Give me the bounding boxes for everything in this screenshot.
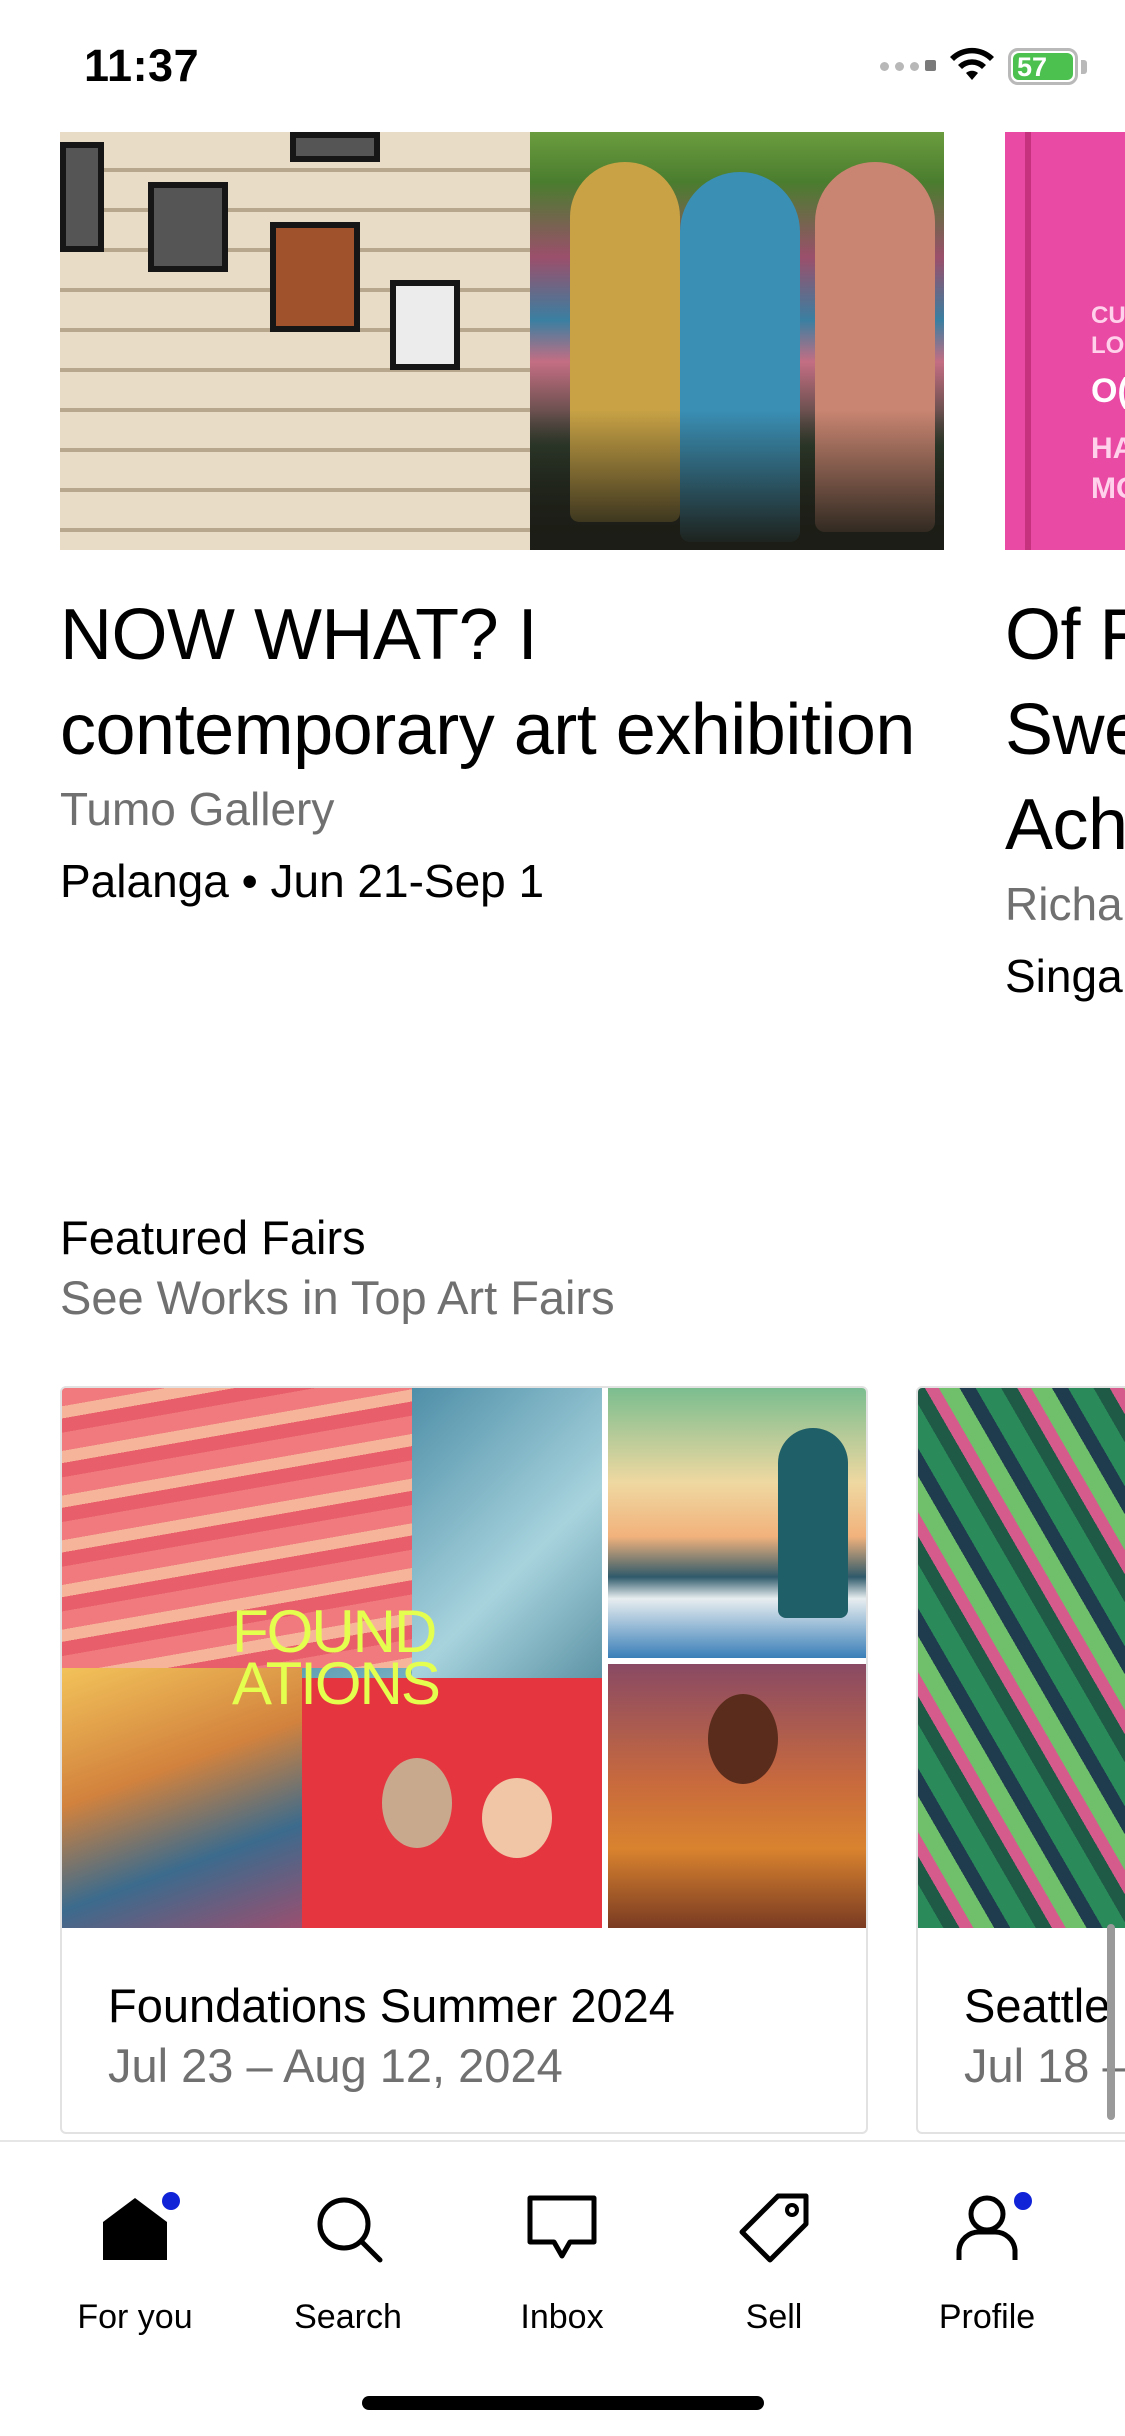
notification-badge bbox=[1014, 2192, 1032, 2210]
battery-icon: 57 bbox=[1008, 48, 1078, 85]
show-partner: Tumo Gallery bbox=[60, 783, 335, 835]
show-card[interactable]: CU LO O( HA MO Of F Swe Ach Richa Singa bbox=[1005, 132, 1125, 1007]
tab-for-you[interactable]: For you bbox=[35, 2142, 235, 2342]
show-image[interactable]: CU LO O( HA MO bbox=[1005, 132, 1125, 550]
home-indicator[interactable] bbox=[362, 2396, 764, 2410]
tab-bar: For you Search Inbox Sell Profile bbox=[0, 2140, 1125, 2436]
fair-dates: Jul 23 – Aug 12, 2024 bbox=[108, 2039, 563, 2092]
notification-badge bbox=[162, 2192, 180, 2210]
fair-name: Foundations Summer 2024 bbox=[108, 1979, 675, 2032]
wifi-icon bbox=[950, 47, 994, 80]
fair-card[interactable]: Seattle Jul 18 – A bbox=[916, 1386, 1125, 2134]
status-time: 11:37 bbox=[84, 40, 200, 91]
show-title: NOW WHAT? I contemporary art exhibition bbox=[60, 595, 915, 770]
tab-label: Search bbox=[294, 2298, 402, 2336]
show-meta: Palanga • Jun 21-Sep 1 bbox=[60, 855, 545, 907]
profile-icon bbox=[956, 2195, 1018, 2260]
battery-level: 57 bbox=[1017, 52, 1048, 82]
section-subtitle: See Works in Top Art Fairs bbox=[60, 1271, 615, 1324]
inbox-icon bbox=[527, 2195, 597, 2259]
search-icon bbox=[317, 2197, 383, 2263]
fair-card[interactable]: FOUND ATIONS Foundations Summer 2024 Jul… bbox=[60, 1386, 868, 2134]
scroll-indicator[interactable] bbox=[1107, 1924, 1115, 2120]
show-image[interactable] bbox=[60, 132, 944, 550]
tab-label: Inbox bbox=[520, 2298, 604, 2336]
tab-label: Sell bbox=[745, 2298, 803, 2336]
section-title: Featured Fairs bbox=[60, 1211, 366, 1264]
tab-inbox[interactable]: Inbox bbox=[462, 2142, 662, 2342]
cellular-signal-icon bbox=[880, 60, 936, 71]
show-title: Of F Swe Ach bbox=[1005, 595, 1125, 865]
show-card[interactable]: NOW WHAT? I contemporary art exhibition … bbox=[60, 132, 944, 912]
tag-icon bbox=[739, 2193, 809, 2263]
tab-label: Profile bbox=[938, 2298, 1036, 2336]
show-partner: Richa bbox=[1005, 878, 1123, 930]
fair-name: Seattle bbox=[964, 1979, 1111, 2032]
tab-profile[interactable]: Profile bbox=[887, 2142, 1087, 2342]
fair-dates: Jul 18 – A bbox=[964, 2039, 1125, 2092]
tab-search[interactable]: Search bbox=[248, 2142, 448, 2342]
tab-label: For you bbox=[77, 2298, 193, 2336]
battery-cap bbox=[1081, 60, 1087, 74]
show-meta: Singa bbox=[1005, 950, 1123, 1002]
tab-sell[interactable]: Sell bbox=[674, 2142, 874, 2342]
fair-logo: FOUND ATIONS bbox=[232, 1598, 441, 1717]
home-icon bbox=[103, 2198, 167, 2260]
status-bar: 11:37 57 bbox=[0, 0, 1125, 132]
